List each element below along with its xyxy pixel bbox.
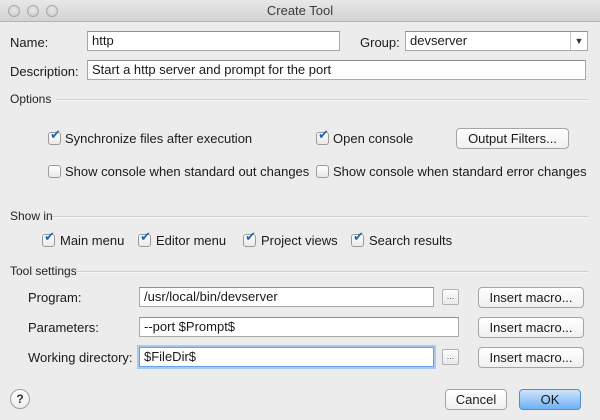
program-browse-button[interactable]: ... [442,289,459,305]
group-value: devserver [410,33,468,48]
show-console-stdout-label: Show console when standard out changes [65,164,310,179]
main-menu-checkbox[interactable] [42,230,55,247]
show-console-stdout-checkbox[interactable] [48,165,61,178]
working-directory-insert-macro-button[interactable]: Insert macro... [478,347,584,368]
description-input[interactable]: Start a http server and prompt for the p… [87,60,586,80]
name-label: Name: [10,35,49,50]
search-results-label: Search results [369,233,453,248]
window-title: Create Tool [266,3,334,18]
cancel-button[interactable]: Cancel [445,389,507,410]
parameters-label: Parameters: [28,320,99,335]
project-views-checkbox[interactable] [243,230,256,247]
main-menu-label: Main menu [60,233,125,248]
working-directory-browse-button[interactable]: ... [442,349,459,365]
show-console-stderr-checkbox[interactable] [316,165,329,178]
program-input[interactable]: /usr/local/bin/devserver [139,287,434,307]
program-label: Program: [28,290,82,305]
ok-button[interactable]: OK [519,389,581,410]
parameters-insert-macro-button[interactable]: Insert macro... [478,317,584,338]
show-console-stderr-label: Show console when standard error changes [333,164,587,179]
working-directory-label: Working directory: [28,350,133,365]
search-results-checkbox[interactable] [351,230,364,247]
show-in-heading: Show in [10,209,53,223]
sync-files-label: Synchronize files after execution [65,131,253,146]
title-bar: Create Tool [0,0,600,22]
editor-menu-checkbox[interactable] [138,230,151,247]
output-filters-button[interactable]: Output Filters... [456,128,569,149]
open-console-label: Open console [333,131,414,146]
sync-files-checkbox[interactable] [48,128,61,145]
parameters-input[interactable]: --port $Prompt$ [139,317,459,337]
group-combobox[interactable]: devserver ▼ [405,31,588,51]
working-directory-input[interactable]: $FileDir$ [139,347,434,367]
show-in-divider [52,216,588,218]
program-insert-macro-button[interactable]: Insert macro... [478,287,584,308]
group-label: Group: [360,35,400,50]
name-input[interactable]: http [87,31,340,51]
open-console-checkbox[interactable] [316,128,329,145]
options-divider [56,99,588,101]
help-button[interactable]: ? [10,389,30,409]
description-label: Description: [10,64,79,79]
editor-menu-label: Editor menu [156,233,227,248]
chevron-down-icon[interactable]: ▼ [570,32,587,50]
tool-settings-divider [76,271,588,273]
project-views-label: Project views [261,233,338,248]
tool-settings-heading: Tool settings [10,264,77,278]
options-heading: Options [10,92,52,106]
